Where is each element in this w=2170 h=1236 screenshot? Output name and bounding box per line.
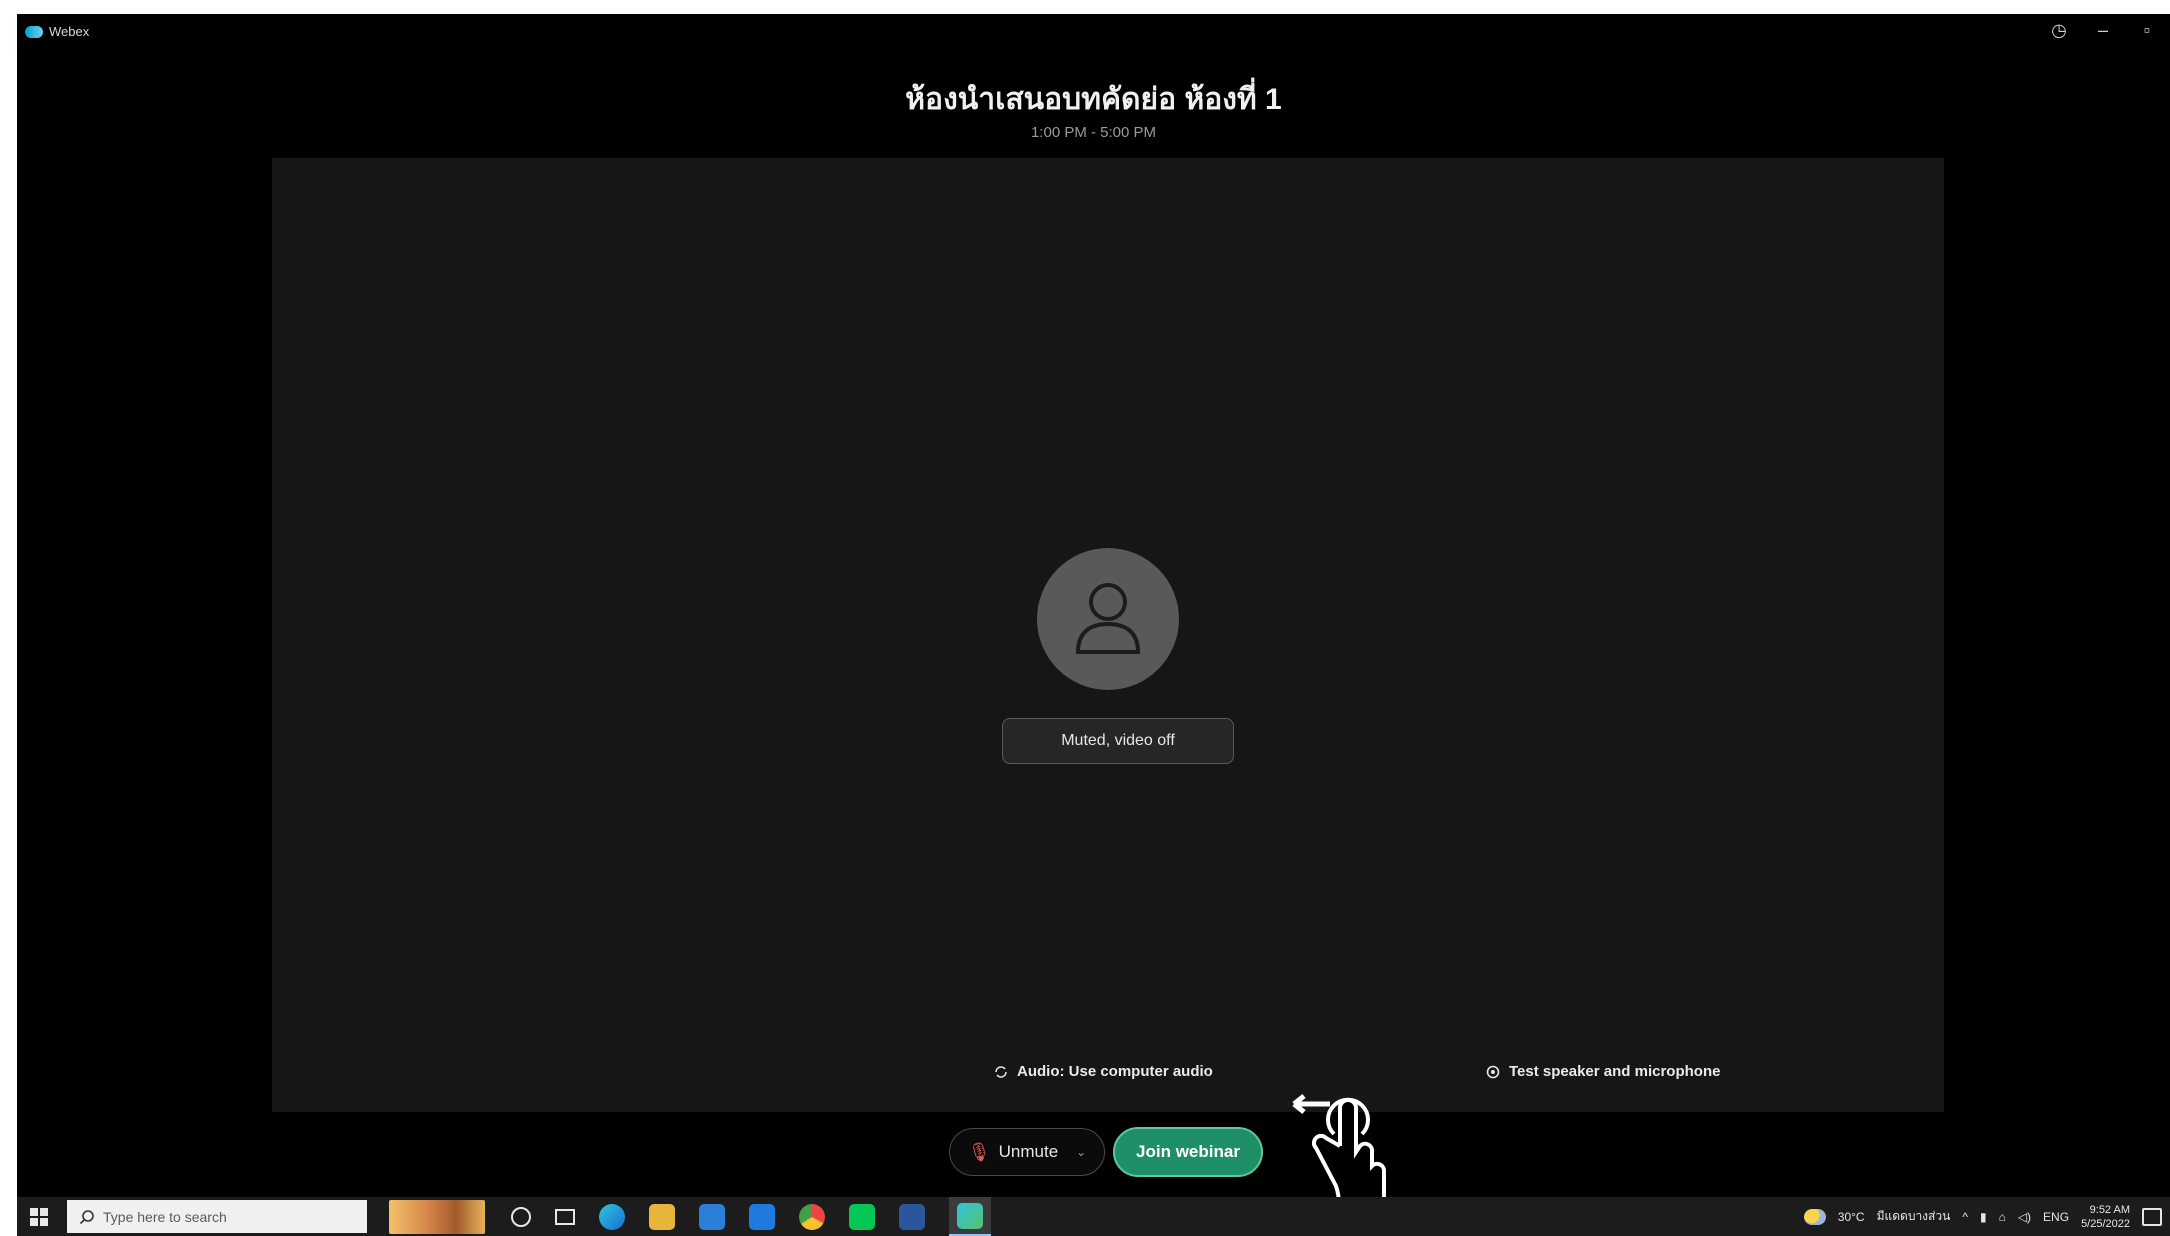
window-controls: ◷ – ▫ xyxy=(2048,20,2158,41)
volume-icon[interactable]: ◁) xyxy=(2018,1210,2031,1224)
task-view-icon[interactable] xyxy=(555,1208,575,1225)
unmute-button[interactable]: 🎙 Unmute ⌄ xyxy=(949,1128,1105,1176)
windows-taskbar: Type here to search 30°C มีแดดบางส่วน ^ … xyxy=(17,1197,2170,1236)
word-icon[interactable] xyxy=(899,1203,925,1230)
cortana-icon[interactable] xyxy=(511,1206,531,1227)
meeting-title: ห้องนำเสนอบทคัดย่อ ห้องที่ 1 xyxy=(905,83,1282,116)
clock-date: 5/25/2022 xyxy=(2081,1217,2130,1230)
audio-option[interactable]: Audio: Use computer audio xyxy=(993,1063,1213,1080)
search-highlight-image[interactable] xyxy=(389,1199,485,1234)
taskbar-search[interactable]: Type here to search xyxy=(67,1200,367,1233)
audio-option-label: Audio: Use computer audio xyxy=(1017,1063,1213,1080)
webex-taskbar-icon[interactable] xyxy=(949,1197,991,1236)
test-speaker-option[interactable]: Test speaker and microphone xyxy=(1485,1063,1720,1080)
restore-icon[interactable]: ▫ xyxy=(2136,20,2158,41)
test-option-label: Test speaker and microphone xyxy=(1509,1063,1721,1080)
app-logo: Webex xyxy=(25,24,89,39)
line-icon[interactable] xyxy=(849,1203,875,1230)
clock-time: 9:52 AM xyxy=(2089,1203,2130,1216)
meeting-time: 1:00 PM - 5:00 PM xyxy=(1030,124,1157,141)
settings-icon xyxy=(1486,1065,1500,1078)
clock[interactable]: 9:52 AM 5/25/2022 xyxy=(2081,1203,2130,1231)
webex-window: Webex ◷ – ▫ ห้องนำเสนอบทคัดย่อ ห้องที่ 1… xyxy=(17,14,2170,1197)
notification-icon[interactable] xyxy=(2142,1207,2162,1226)
search-placeholder: Type here to search xyxy=(103,1208,227,1225)
chevron-down-icon[interactable]: ⌄ xyxy=(1076,1145,1086,1159)
person-icon xyxy=(1075,583,1141,654)
title-bar: Webex ◷ – ▫ xyxy=(17,14,2170,52)
audio-sync-icon xyxy=(995,1065,1007,1078)
minimize-icon[interactable]: – xyxy=(2092,20,2114,41)
weather-desc[interactable]: มีแดดบางส่วน xyxy=(1877,1207,1951,1226)
edge-icon[interactable] xyxy=(599,1203,625,1230)
store-icon[interactable] xyxy=(699,1203,725,1230)
weather-icon[interactable] xyxy=(1803,1208,1826,1225)
avatar xyxy=(1037,548,1179,690)
windows-start-icon[interactable] xyxy=(17,1197,61,1236)
webex-logo-icon xyxy=(25,25,43,38)
muted-mic-icon: 🎙 xyxy=(967,1141,991,1162)
status-badge: Muted, video off xyxy=(1002,718,1234,764)
taskbar-apps xyxy=(511,1197,991,1236)
network-icon[interactable]: ⌂ xyxy=(1999,1210,2006,1224)
meeting-controls: 🎙 Unmute ⌄ Join webinar xyxy=(17,1114,2170,1184)
system-tray: 30°C มีแดดบางส่วน ^ ▮ ⌂ ◁) ENG 9:52 AM 5… xyxy=(1803,1197,2162,1236)
weather-temp[interactable]: 30°C xyxy=(1838,1210,1865,1224)
unmute-label: Unmute xyxy=(998,1142,1059,1161)
history-icon[interactable]: ◷ xyxy=(2048,20,2070,41)
search-icon xyxy=(79,1209,94,1224)
chevron-up-icon[interactable]: ^ xyxy=(1962,1210,1968,1224)
battery-icon[interactable]: ▮ xyxy=(1980,1210,1987,1224)
video-preview: Muted, video off Audio: Use computer aud… xyxy=(272,158,1944,1112)
file-explorer-icon[interactable] xyxy=(649,1203,675,1230)
app-name: Webex xyxy=(49,24,90,39)
language-indicator[interactable]: ENG xyxy=(2043,1210,2069,1224)
mail-icon[interactable] xyxy=(749,1203,775,1230)
chrome-icon[interactable] xyxy=(799,1203,825,1230)
join-webinar-button[interactable]: Join webinar xyxy=(1113,1127,1263,1177)
